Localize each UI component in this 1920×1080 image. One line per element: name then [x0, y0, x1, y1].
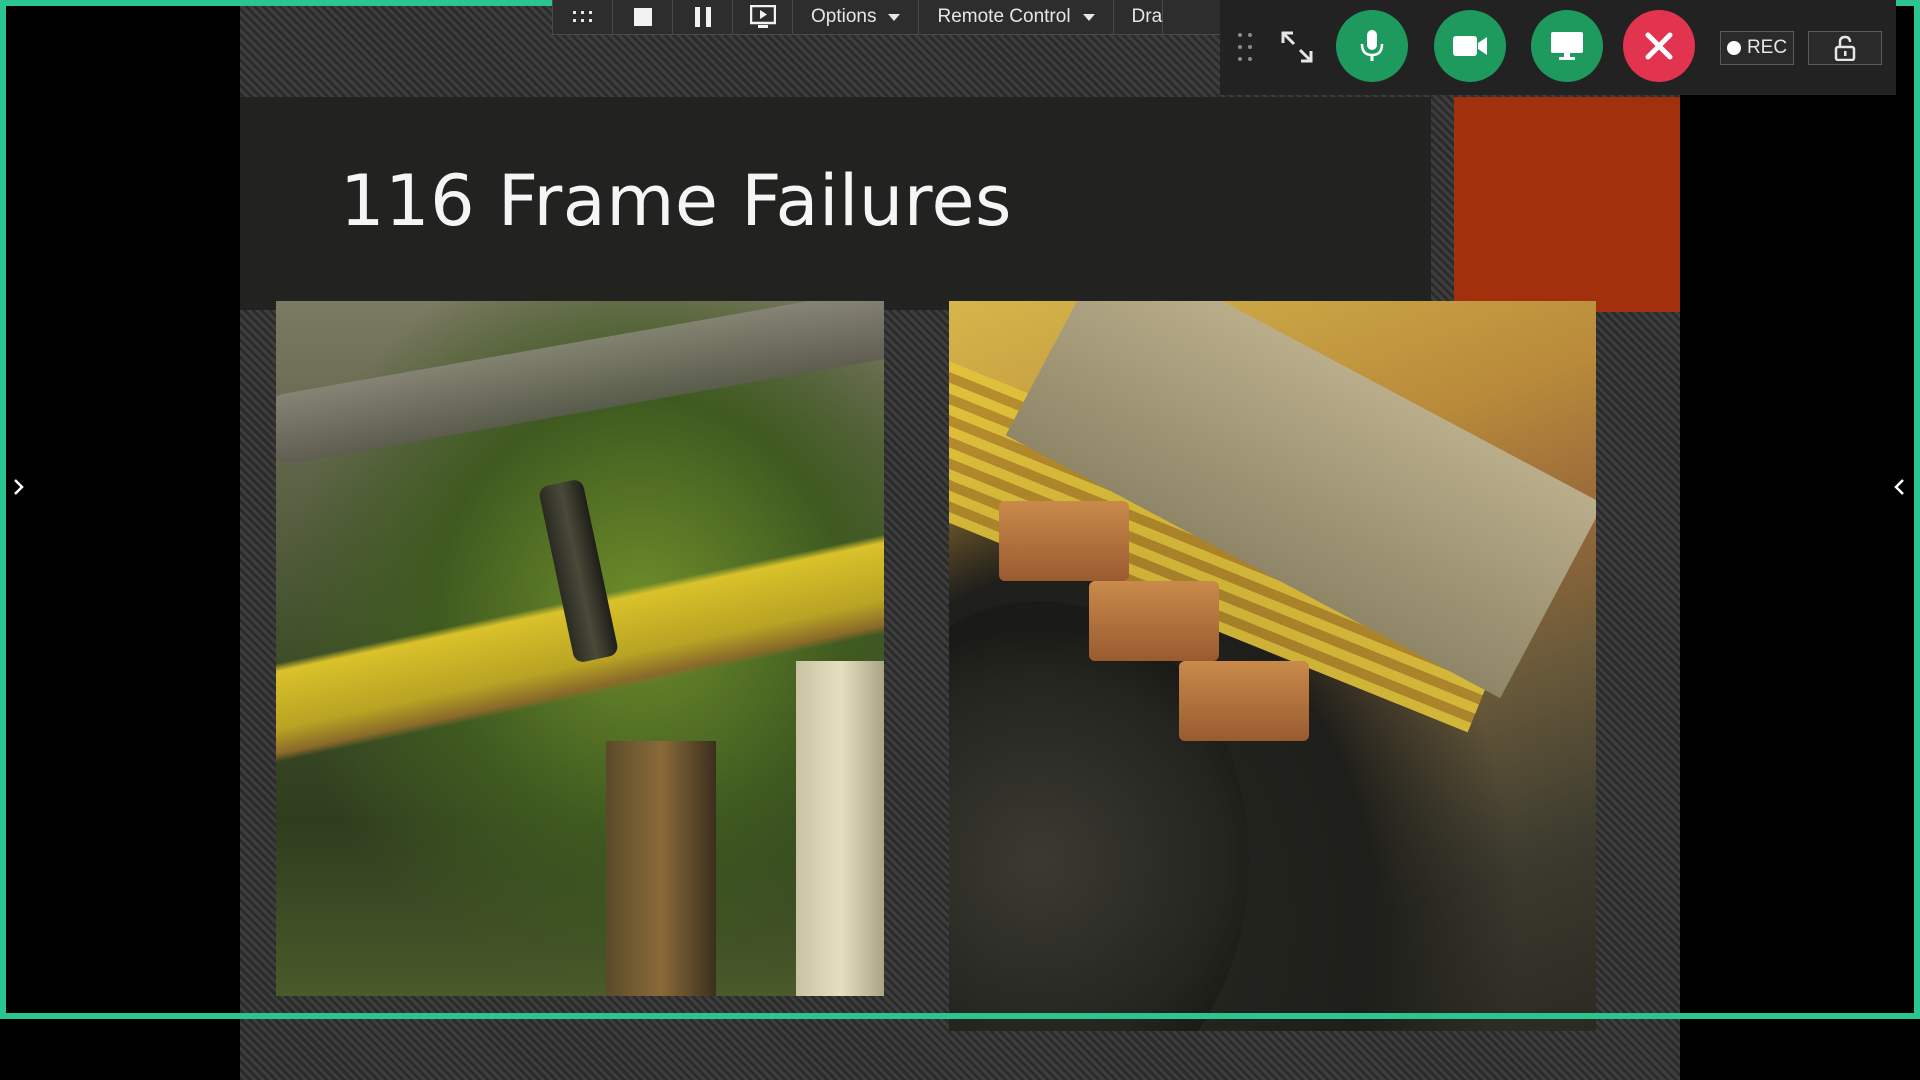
chevron-down-icon: [888, 13, 901, 21]
share-screen-button[interactable]: [1531, 10, 1603, 82]
microphone-button[interactable]: [1336, 10, 1408, 82]
microphone-icon: [1360, 30, 1384, 61]
record-label: REC: [1746, 37, 1788, 58]
drag-handle-icon[interactable]: [1238, 33, 1254, 63]
expand-left-panel-button[interactable]: [8, 465, 30, 509]
frame-failure-photo-right: [949, 301, 1596, 1031]
new-share-icon[interactable]: [733, 0, 793, 34]
video-camera-icon: [1453, 36, 1487, 56]
close-icon: [1645, 32, 1673, 60]
chevron-left-icon: [1894, 479, 1904, 495]
slide-title: 116 Frame Failures: [340, 160, 1012, 242]
chevron-right-icon: [14, 479, 24, 495]
expand-icon[interactable]: [1280, 30, 1314, 64]
shared-slide: 116 Frame Failures: [240, 0, 1680, 1080]
remote-control-label: Remote Control: [937, 6, 1071, 27]
slide-accent-block: [1454, 97, 1680, 312]
grid-icon[interactable]: [553, 0, 613, 34]
options-label: Options: [811, 6, 877, 27]
screen-share-toolbar: Options Remote Control Dra: [552, 0, 1222, 35]
lock-button[interactable]: [1808, 31, 1882, 65]
record-dot-icon: [1726, 41, 1741, 55]
frame-failure-photo-left: [276, 301, 884, 996]
end-call-button[interactable]: [1623, 10, 1695, 82]
unlock-icon: [1834, 35, 1856, 61]
call-control-panel: REC: [1220, 0, 1896, 95]
stop-share-button[interactable]: [613, 0, 673, 34]
remote-control-menu[interactable]: Remote Control: [919, 0, 1114, 34]
expand-right-panel-button[interactable]: [1888, 465, 1910, 509]
monitor-icon: [1551, 32, 1583, 60]
options-menu[interactable]: Options: [793, 0, 920, 34]
record-button[interactable]: REC: [1720, 31, 1794, 65]
draw-label: Dra: [1131, 6, 1163, 27]
camera-button[interactable]: [1434, 10, 1506, 82]
pause-share-button[interactable]: [673, 0, 733, 34]
chevron-down-icon: [1082, 13, 1095, 21]
draw-menu[interactable]: Dra: [1114, 0, 1164, 34]
